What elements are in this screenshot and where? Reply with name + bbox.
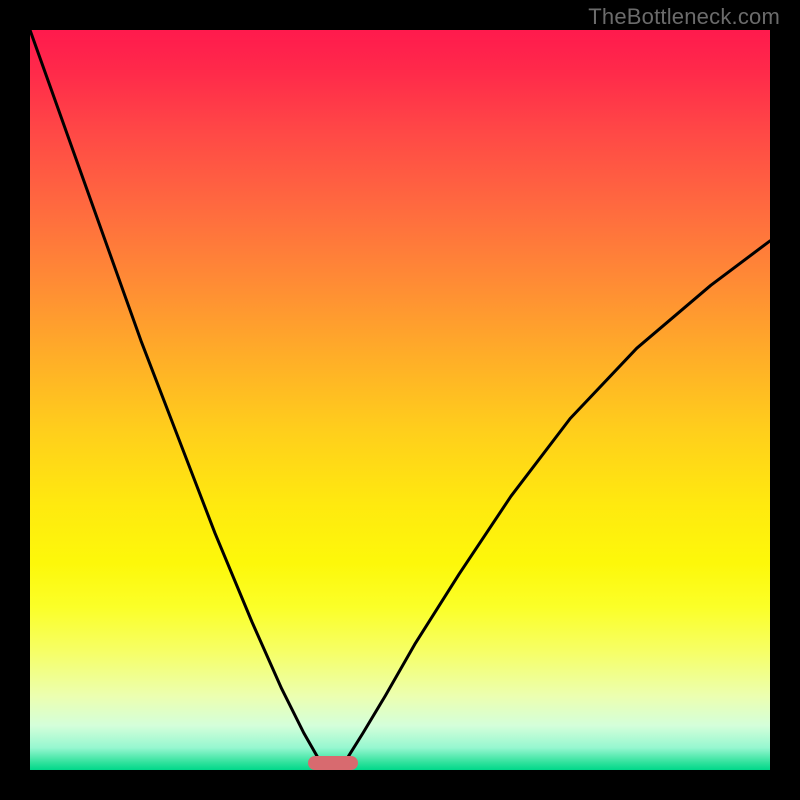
watermark-text: TheBottleneck.com (588, 4, 780, 30)
bottleneck-curve (30, 30, 770, 770)
minimum-marker (308, 756, 358, 770)
plot-area (30, 30, 770, 770)
chart-frame: TheBottleneck.com (0, 0, 800, 800)
